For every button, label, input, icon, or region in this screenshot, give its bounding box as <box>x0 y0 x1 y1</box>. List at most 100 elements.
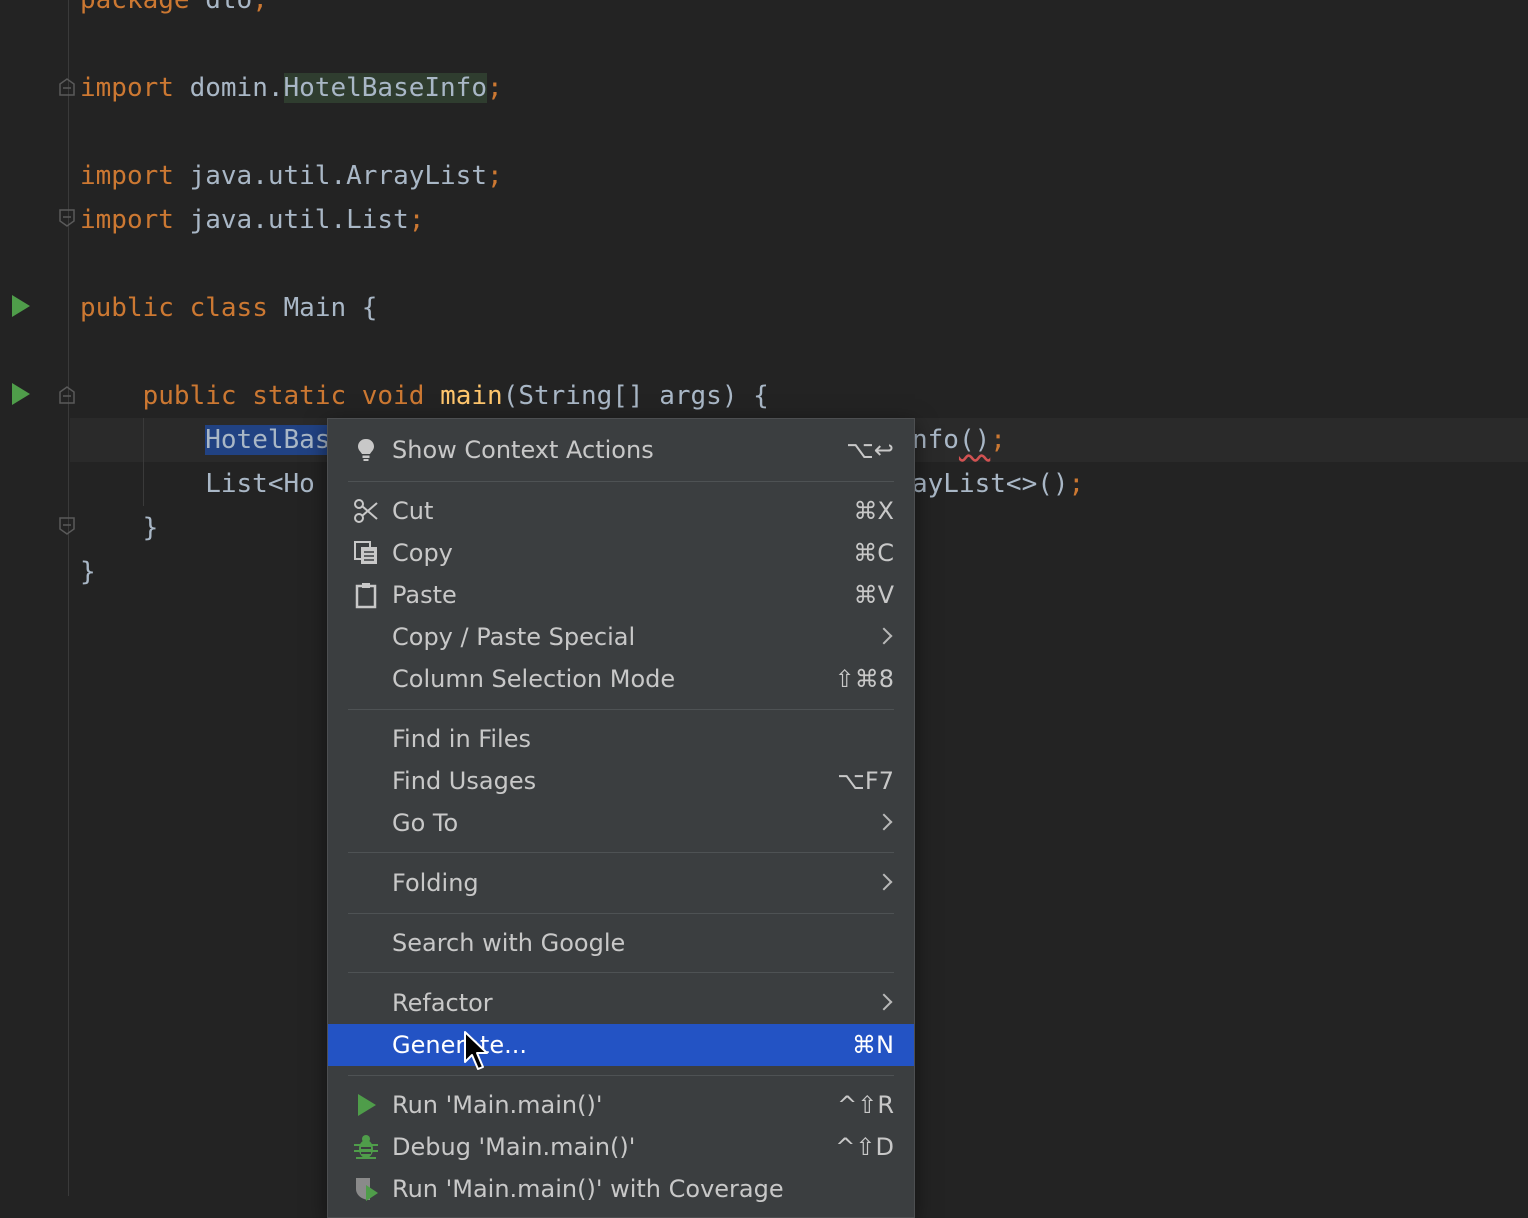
mouse-pointer-icon <box>464 1031 488 1070</box>
menu-item-label: Run 'Main.main()' <box>392 1091 603 1119</box>
menu-item-shortcut: ^⇧D <box>835 1133 894 1161</box>
code-line-statement-1[interactable]: HotelBas <box>80 418 331 462</box>
code-line-statement-2[interactable]: List<Ho <box>80 462 315 506</box>
menu-item-label: Generate... <box>392 1031 527 1059</box>
menu-item-label: Go To <box>392 809 459 837</box>
code-fragment-statement-1[interactable]: nfo(); <box>912 418 1006 462</box>
code-token: (String[] args) { <box>502 381 769 411</box>
code-token: } <box>80 557 96 587</box>
menu-item-label: Folding <box>392 869 479 897</box>
code-line-import-domin[interactable]: import domin.HotelBaseInfo; <box>80 66 503 110</box>
menu-separator <box>348 972 894 973</box>
menu-item-run-coverage[interactable]: Run 'Main.main()' with Coverage <box>328 1168 914 1210</box>
code-token: public <box>80 293 174 323</box>
menu-item-label: Find Usages <box>392 767 537 795</box>
menu-item-run-main[interactable]: Run 'Main.main()' ^⇧R <box>328 1084 914 1126</box>
code-token: domin. <box>173 73 284 103</box>
chevron-right-icon <box>875 813 893 831</box>
fold-icon[interactable] <box>59 209 75 227</box>
code-line-main-decl[interactable]: public static void main(String[] args) { <box>80 374 769 418</box>
run-main-gutter-icon[interactable] <box>12 383 30 405</box>
menu-item-label: Debug 'Main.main()' <box>392 1133 636 1161</box>
run-class-gutter-icon[interactable] <box>12 295 30 317</box>
menu-item-go-to[interactable]: Go To <box>328 802 914 844</box>
code-line-package[interactable]: package dto; <box>80 0 268 22</box>
code-line-import-arraylist[interactable]: import java.util.ArrayList; <box>80 154 503 198</box>
code-token: ; <box>487 161 503 191</box>
menu-item-refactor[interactable]: Refactor <box>328 982 914 1024</box>
menu-item-folding[interactable]: Folding <box>328 862 914 904</box>
menu-separator <box>348 852 894 853</box>
menu-item-label: Find in Files <box>392 725 531 753</box>
chevron-right-icon <box>875 873 893 891</box>
menu-separator <box>348 1075 894 1076</box>
menu-separator <box>348 709 894 710</box>
code-line-close-class[interactable]: } <box>80 550 96 594</box>
scissors-icon <box>354 499 378 523</box>
clipboard-icon <box>355 583 377 609</box>
error-squiggle: () <box>958 425 991 455</box>
code-token: ; <box>252 0 268 15</box>
bug-icon <box>354 1135 378 1159</box>
chevron-right-icon <box>875 627 893 645</box>
menu-item-show-context-actions[interactable]: Show Context Actions ⌥↩ <box>328 429 914 471</box>
code-token: public <box>142 381 237 411</box>
code-token: import <box>80 205 174 235</box>
menu-item-paste[interactable]: Paste ⌘V <box>328 574 914 616</box>
menu-item-label: Refactor <box>392 989 493 1017</box>
menu-item-shortcut: ⌘C <box>853 539 894 567</box>
menu-item-shortcut: ⌘V <box>853 581 894 609</box>
menu-item-label: Cut <box>392 497 434 525</box>
code-token: main <box>440 381 503 411</box>
code-line-class-decl[interactable]: public class Main { <box>80 286 377 330</box>
menu-item-shortcut: ^⇧R <box>837 1091 894 1119</box>
menu-item-label: Show Context Actions <box>392 436 654 464</box>
menu-item-find-usages[interactable]: Find Usages ⌥F7 <box>328 760 914 802</box>
code-token: void <box>361 381 425 411</box>
code-line-import-list[interactable]: import java.util.List; <box>80 198 424 242</box>
code-token: } <box>80 513 159 543</box>
code-token: List<Ho <box>80 469 315 499</box>
run-icon <box>358 1094 376 1116</box>
bulb-icon <box>358 439 374 461</box>
menu-item-generate[interactable]: Generate... ⌘N <box>328 1024 914 1066</box>
menu-item-shortcut: ⇧⌘8 <box>834 665 894 693</box>
menu-item-find-in-files[interactable]: Find in Files <box>328 718 914 760</box>
coverage-icon <box>356 1178 378 1201</box>
menu-item-label: Copy <box>392 539 453 567</box>
menu-item-cut[interactable]: Cut ⌘X <box>328 490 914 532</box>
menu-item-copy-paste-special[interactable]: Copy / Paste Special <box>328 616 914 658</box>
menu-item-label: Paste <box>392 581 457 609</box>
menu-item-debug-main[interactable]: Debug 'Main.main()' ^⇧D <box>328 1126 914 1168</box>
code-fragment-statement-2[interactable]: ayList<>(); <box>912 462 1084 506</box>
menu-item-search-with-google[interactable]: Search with Google <box>328 922 914 964</box>
code-token: static <box>252 381 347 411</box>
code-token: class <box>189 293 268 323</box>
code-token: HotelBaseInfo <box>283 73 487 103</box>
gutter-divider <box>68 0 69 1196</box>
menu-item-label: Run 'Main.main()' with Coverage <box>392 1175 784 1203</box>
code-token: Main { <box>267 293 378 323</box>
menu-separator <box>348 913 894 914</box>
code-line-close-method[interactable]: } <box>80 506 159 550</box>
copy-icon <box>354 541 377 564</box>
code-token: import <box>80 73 174 103</box>
code-token: package <box>80 0 190 15</box>
menu-item-shortcut: ⌘N <box>852 1031 894 1059</box>
menu-item-copy[interactable]: Copy ⌘C <box>328 532 914 574</box>
chevron-right-icon <box>875 993 893 1011</box>
code-token: dto <box>189 0 253 15</box>
fold-icon[interactable] <box>59 386 75 404</box>
code-token: HotelBas <box>205 425 331 455</box>
fold-icon[interactable] <box>59 517 75 535</box>
fold-icon[interactable] <box>59 78 75 96</box>
menu-item-shortcut: ⌘X <box>853 497 894 525</box>
menu-item-column-selection-mode[interactable]: Column Selection Mode ⇧⌘8 <box>328 658 914 700</box>
editor-context-menu: Show Context Actions ⌥↩ Cut ⌘X Copy ⌘C Past… <box>327 418 915 1218</box>
menu-item-label: Column Selection Mode <box>392 665 676 693</box>
menu-item-label: Copy / Paste Special <box>392 623 636 651</box>
